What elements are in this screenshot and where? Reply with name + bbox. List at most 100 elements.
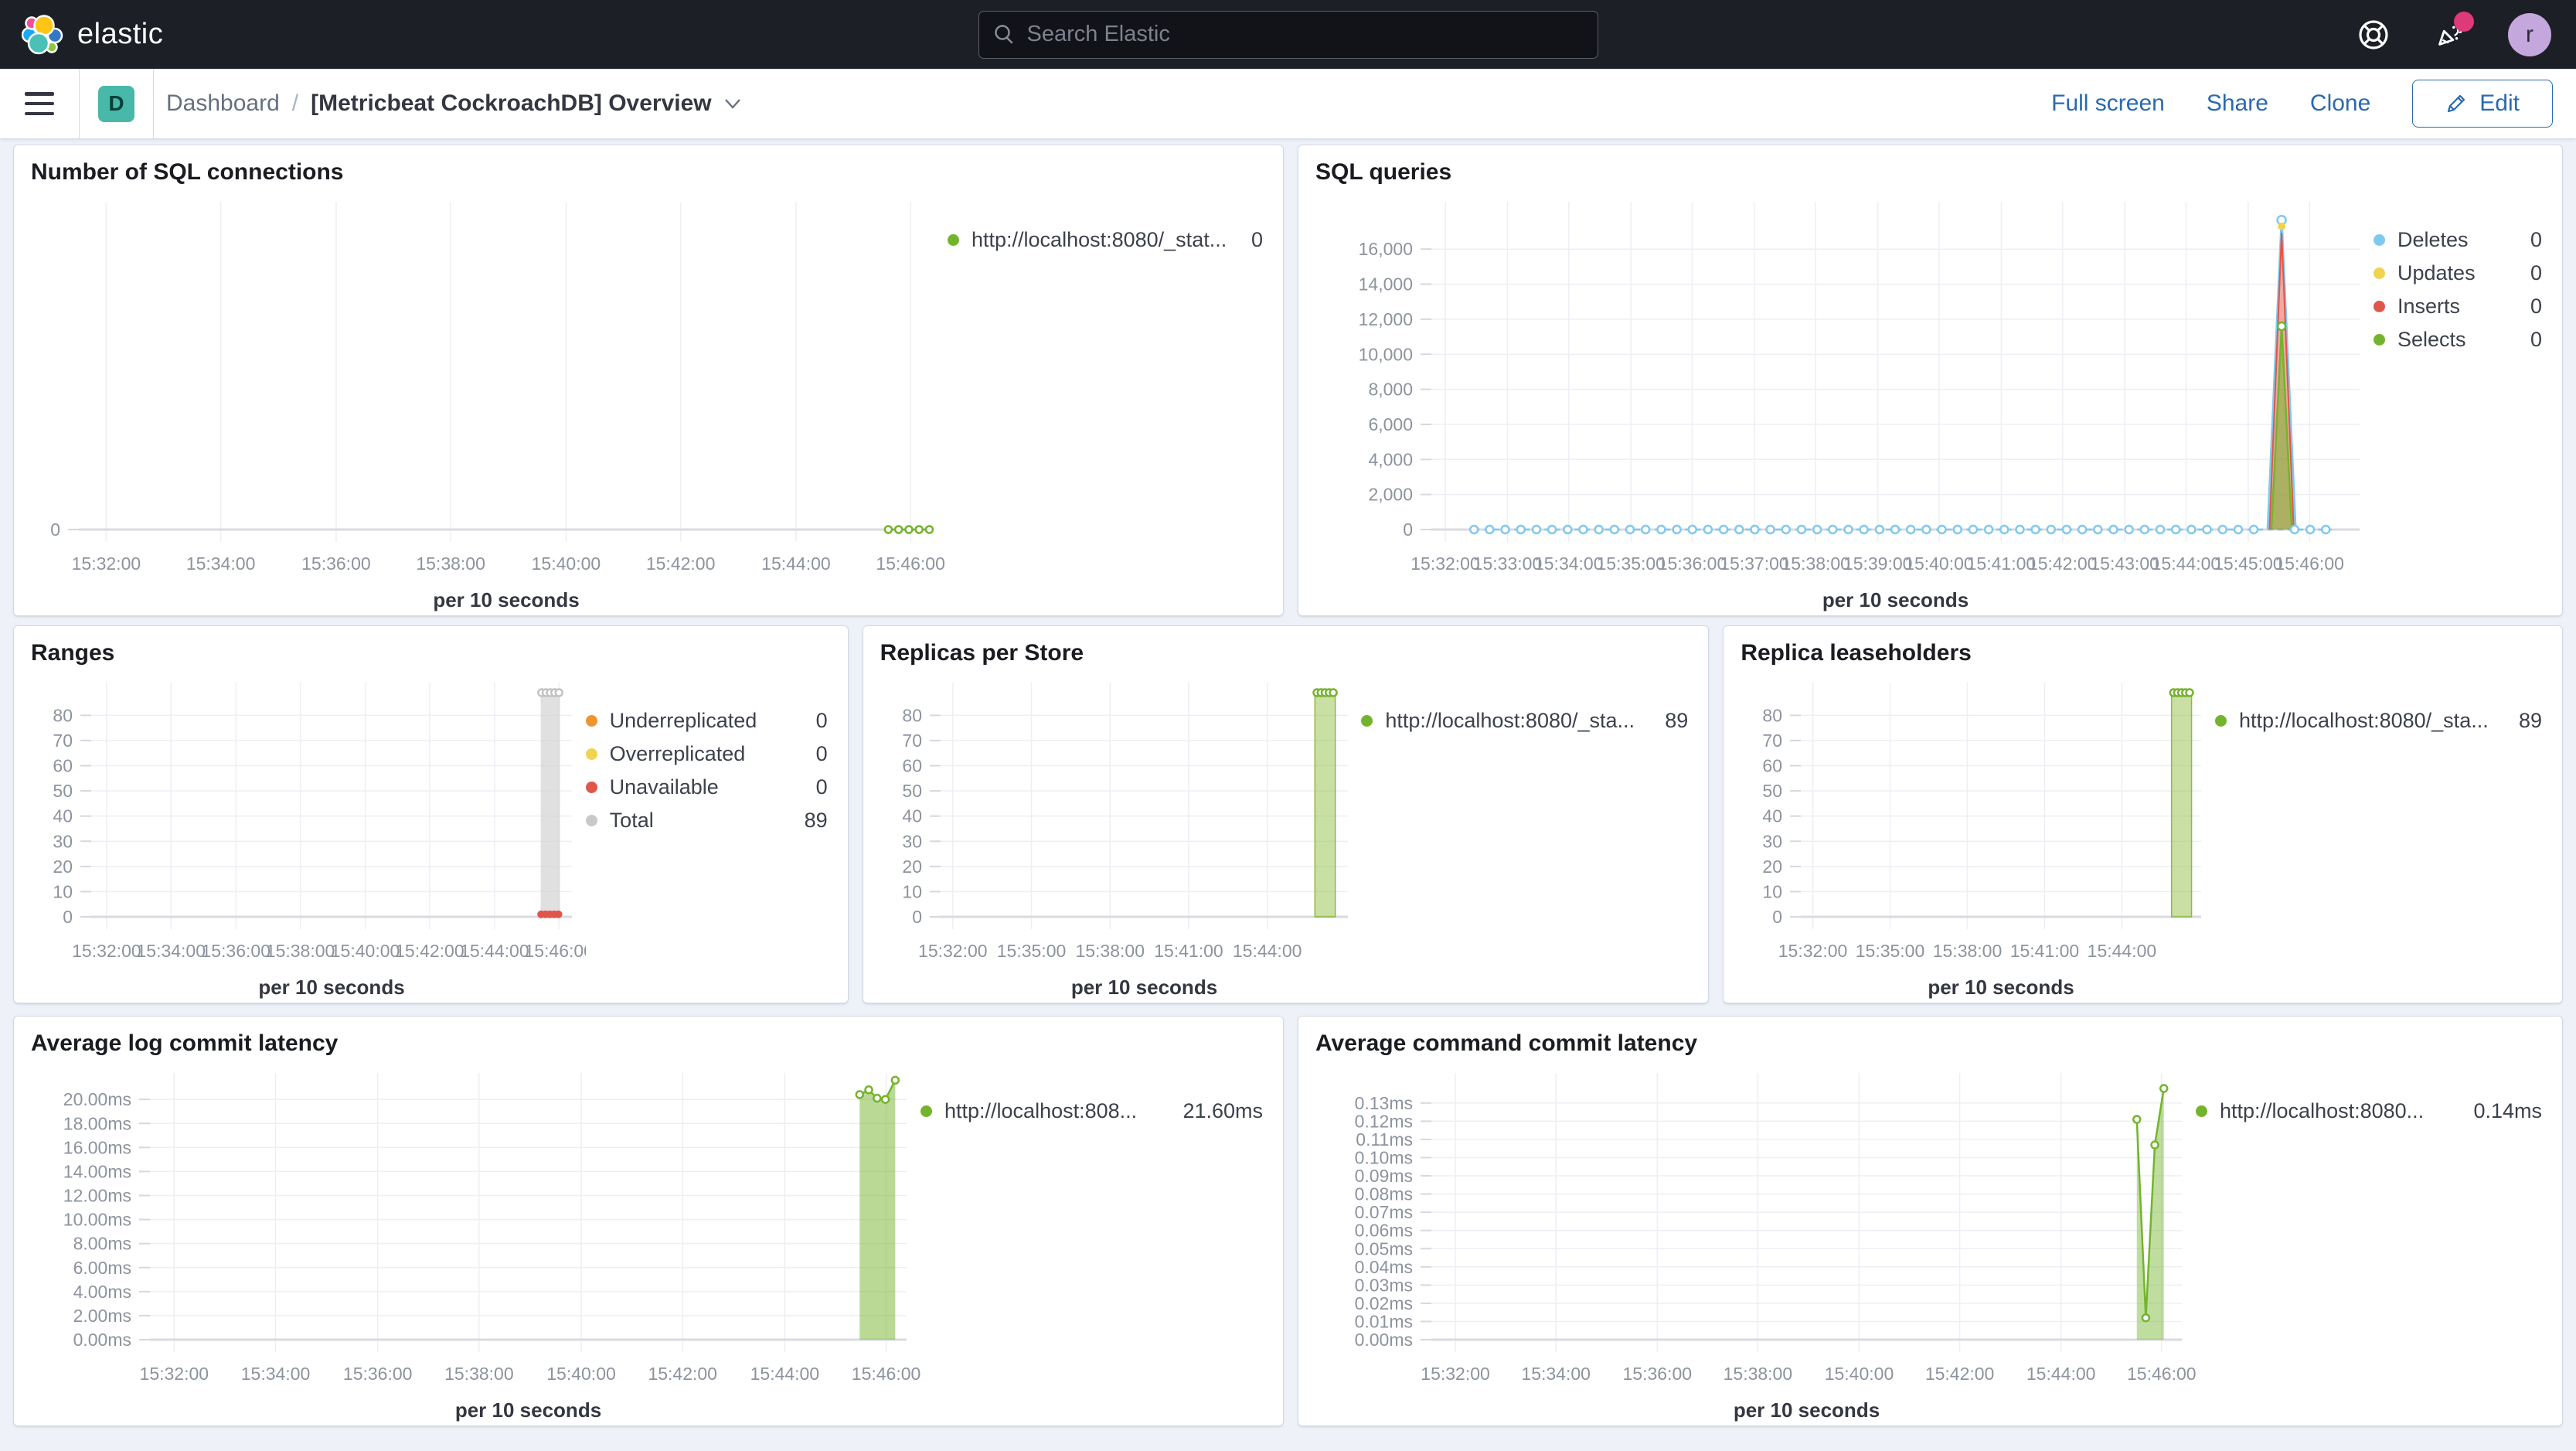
svg-text:15:38:00: 15:38:00 bbox=[1075, 941, 1145, 961]
svg-text:0.00ms: 0.00ms bbox=[73, 1330, 131, 1350]
svg-text:10: 10 bbox=[53, 881, 73, 901]
chart-sql-queries[interactable]: 15:32:00 15:33:00 15:34:00 15:35:00 15:36:00… bbox=[1302, 189, 2374, 613]
svg-text:16,000: 16,000 bbox=[1359, 239, 1413, 259]
chart-legend: Underreplicated 0 Overreplicated 0 Unavailab… bbox=[585, 670, 845, 1000]
pencil-icon bbox=[2448, 94, 2465, 113]
svg-text:70: 70 bbox=[53, 730, 73, 750]
svg-text:15:35:00: 15:35:00 bbox=[1596, 553, 1666, 574]
legend-value: 0 bbox=[815, 775, 828, 799]
legend-item[interactable]: Unavailable 0 bbox=[585, 771, 832, 804]
svg-text:0.03ms: 0.03ms bbox=[1355, 1275, 1413, 1295]
svg-text:40: 40 bbox=[1763, 806, 1783, 826]
help-icon[interactable] bbox=[2357, 18, 2391, 52]
legend-item[interactable]: Underreplicated 0 bbox=[585, 704, 832, 737]
legend-color-dot bbox=[948, 233, 959, 246]
svg-text:0.12ms: 0.12ms bbox=[1355, 1111, 1413, 1131]
legend-value: 21.60ms bbox=[1183, 1098, 1263, 1122]
chart-avg-command-commit-latency[interactable]: 15:32:00 15:34:00 15:36:00 15:38:00 15:40:00… bbox=[1302, 1061, 2196, 1423]
svg-text:15:34:00: 15:34:00 bbox=[1521, 1364, 1591, 1384]
full-screen-button[interactable]: Full screen bbox=[2051, 90, 2165, 117]
svg-text:14,000: 14,000 bbox=[1359, 274, 1413, 294]
svg-text:4,000: 4,000 bbox=[1368, 449, 1413, 469]
svg-text:per 10 seconds: per 10 seconds bbox=[1928, 976, 2074, 999]
legend-item[interactable]: Inserts 0 bbox=[2374, 290, 2547, 323]
panel-replicas-per-store: Replicas per Store 15:32:00 15:35:00 15:38… bbox=[862, 625, 1710, 1003]
chart-avg-log-commit-latency[interactable]: 15:32:00 15:34:00 15:36:00 15:38:00 15:40:00… bbox=[17, 1061, 920, 1423]
legend-item[interactable]: Total 89 bbox=[585, 804, 832, 837]
svg-text:2,000: 2,000 bbox=[1368, 484, 1413, 504]
svg-text:15:39:00: 15:39:00 bbox=[1843, 553, 1913, 574]
newsfeed-icon[interactable] bbox=[2432, 11, 2474, 52]
elastic-brand[interactable]: elastic bbox=[22, 14, 163, 56]
panel-title: Average command commit latency bbox=[1315, 1030, 1698, 1056]
svg-text:15:40:00: 15:40:00 bbox=[331, 941, 400, 961]
chart-ranges[interactable]: 15:32:00 15:34:00 15:36:00 15:38:00 15:40:00… bbox=[17, 670, 586, 1000]
menu-icon[interactable] bbox=[25, 92, 54, 115]
legend-item[interactable]: Updates 0 bbox=[2374, 257, 2547, 290]
svg-text:15:42:00: 15:42:00 bbox=[646, 553, 716, 574]
legend-color-dot bbox=[920, 1105, 932, 1117]
svg-text:0.09ms: 0.09ms bbox=[1355, 1166, 1413, 1186]
clone-button[interactable]: Clone bbox=[2310, 90, 2370, 117]
svg-text:8,000: 8,000 bbox=[1368, 379, 1413, 399]
svg-text:15:38:00: 15:38:00 bbox=[1933, 941, 2003, 961]
svg-text:15:38:00: 15:38:00 bbox=[1781, 553, 1850, 574]
svg-text:0.08ms: 0.08ms bbox=[1355, 1184, 1413, 1204]
svg-text:15:38:00: 15:38:00 bbox=[1724, 1364, 1793, 1384]
svg-text:30: 30 bbox=[1763, 831, 1783, 851]
dashboard-badge[interactable]: D bbox=[98, 85, 134, 122]
svg-text:20: 20 bbox=[902, 856, 922, 876]
panel-avg-command-commit-latency: Average command commit latency 15:32:00 1… bbox=[1298, 1016, 2563, 1426]
legend-item[interactable]: http://localhost:8080/_sta... 89 bbox=[1361, 704, 1693, 737]
app-header: elastic Search Elastic r bbox=[0, 0, 2576, 69]
chart-replicas-per-store[interactable]: 15:32:00 15:35:00 15:38:00 15:41:00 15:44:00… bbox=[866, 670, 1362, 1000]
notification-badge bbox=[2454, 11, 2474, 32]
legend-color-dot bbox=[585, 748, 597, 760]
svg-text:per 10 seconds: per 10 seconds bbox=[1822, 588, 1969, 611]
legend-item[interactable]: Deletes 0 bbox=[2374, 223, 2547, 257]
legend-item[interactable]: Overreplicated 0 bbox=[585, 737, 832, 771]
svg-text:50: 50 bbox=[53, 781, 73, 801]
svg-text:15:32:00: 15:32:00 bbox=[72, 941, 141, 961]
svg-text:15:42:00: 15:42:00 bbox=[395, 941, 464, 961]
breadcrumb-dashboard[interactable]: Dashboard bbox=[166, 90, 280, 117]
legend-item[interactable]: http://localhost:8080... 0.14ms bbox=[2196, 1095, 2547, 1128]
chart-sql-connections[interactable]: 15:32:00 15:34:00 15:36:00 15:38:00 15:40:00… bbox=[17, 189, 948, 613]
legend-label: http://localhost:8080/_sta... bbox=[1385, 708, 1635, 732]
svg-text:0.11ms: 0.11ms bbox=[1356, 1129, 1413, 1149]
legend-value: 0 bbox=[2530, 261, 2542, 284]
svg-text:15:41:00: 15:41:00 bbox=[1154, 941, 1223, 961]
svg-text:30: 30 bbox=[53, 831, 73, 851]
svg-text:per 10 seconds: per 10 seconds bbox=[1734, 1398, 1880, 1422]
search-icon bbox=[994, 24, 1012, 43]
svg-text:0.04ms: 0.04ms bbox=[1355, 1256, 1413, 1276]
svg-text:0.00ms: 0.00ms bbox=[1355, 1330, 1413, 1350]
breadcrumb-separator: / bbox=[291, 90, 299, 116]
page-title[interactable]: [Metricbeat CockroachDB] Overview bbox=[311, 90, 741, 117]
legend-item[interactable]: http://localhost:8080/_sta... 89 bbox=[2215, 704, 2547, 737]
svg-text:10.00ms: 10.00ms bbox=[63, 1209, 131, 1229]
user-avatar[interactable]: r bbox=[2508, 12, 2551, 56]
svg-text:15:44:00: 15:44:00 bbox=[1233, 941, 1302, 961]
divider bbox=[79, 69, 80, 138]
svg-text:per 10 seconds: per 10 seconds bbox=[258, 976, 404, 999]
svg-text:15:38:00: 15:38:00 bbox=[444, 1364, 514, 1384]
legend-value: 89 bbox=[1665, 708, 1689, 732]
search-input[interactable] bbox=[978, 10, 1598, 59]
svg-text:15:38:00: 15:38:00 bbox=[266, 941, 335, 961]
legend-item[interactable]: http://localhost:808... 21.60ms bbox=[920, 1095, 1268, 1128]
global-search bbox=[978, 10, 1598, 59]
svg-text:15:33:00: 15:33:00 bbox=[1473, 553, 1543, 574]
svg-text:6.00ms: 6.00ms bbox=[73, 1257, 131, 1277]
chart-replica-leaseholders[interactable]: 15:32:00 15:35:00 15:38:00 15:41:00 15:44:00… bbox=[1727, 670, 2215, 1000]
legend-item[interactable]: http://localhost:8080/_stat... 0 bbox=[948, 223, 1268, 257]
share-button[interactable]: Share bbox=[2207, 90, 2268, 117]
svg-text:0.07ms: 0.07ms bbox=[1355, 1202, 1413, 1222]
legend-item[interactable]: Selects 0 bbox=[2374, 323, 2547, 356]
chevron-down-icon bbox=[724, 99, 740, 109]
legend-color-dot bbox=[585, 814, 597, 826]
edit-button[interactable]: Edit bbox=[2412, 80, 2553, 128]
svg-text:15:46:00: 15:46:00 bbox=[2275, 553, 2344, 574]
svg-text:80: 80 bbox=[902, 705, 922, 725]
svg-text:0.06ms: 0.06ms bbox=[1355, 1220, 1413, 1240]
